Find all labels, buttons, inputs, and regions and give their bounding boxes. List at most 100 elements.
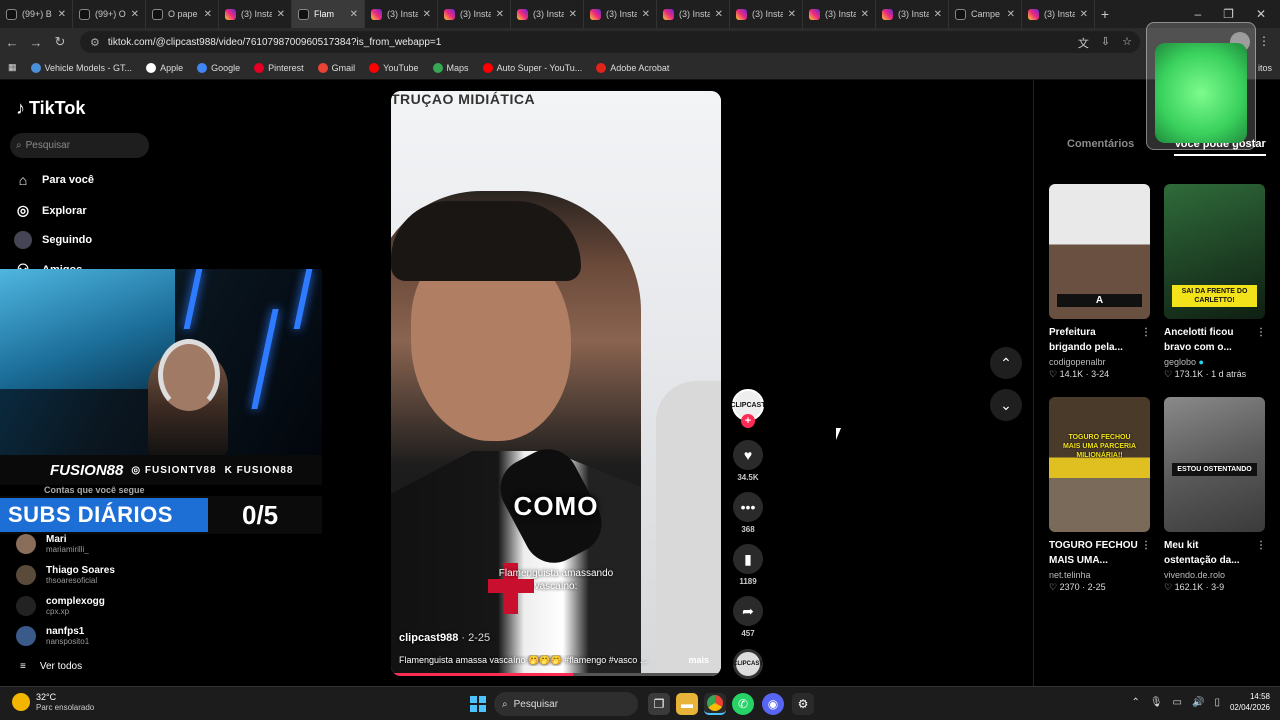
tab-close-icon[interactable]: ✕ — [131, 9, 139, 20]
browser-tab[interactable]: Flam ✕ — [292, 0, 365, 28]
recommended-video-card[interactable]: SAI DA FRENTE DO CARLETTO! Ancelotti fico… — [1164, 184, 1266, 380]
tab-close-icon[interactable]: ✕ — [569, 9, 577, 20]
network-icon[interactable]: ▭ — [1173, 697, 1182, 708]
translate-icon[interactable]: 文 — [1078, 35, 1089, 51]
browser-tab[interactable]: O pape ✕ — [146, 0, 219, 28]
tab-close-icon[interactable]: ✕ — [423, 9, 431, 20]
author-name[interactable]: clipcast988 — [399, 632, 458, 644]
see-all-link[interactable]: ≡ Ver todos — [20, 661, 82, 672]
browser-tab[interactable]: (3) Insta ✕ — [1022, 0, 1095, 28]
browser-tab[interactable]: (99+) B ✕ — [0, 0, 73, 28]
tiktok-logo[interactable]: ♪ TikTok — [16, 98, 85, 119]
card-author[interactable]: vivendo.de.rolo — [1164, 570, 1266, 580]
volume-icon[interactable]: 🔊 — [1192, 697, 1204, 708]
bookmark-item[interactable]: Maps — [432, 62, 469, 73]
nav-for-you[interactable]: ⌂ Para você — [14, 172, 94, 188]
browser-tab[interactable]: (3) Insta ✕ — [657, 0, 730, 28]
browser-tab[interactable]: (3) Insta ✕ — [876, 0, 949, 28]
chevron-up-icon[interactable]: ⌃ — [1131, 697, 1139, 708]
close-window-icon[interactable]: ✕ — [1256, 7, 1266, 21]
bookmark-item[interactable]: Gmail — [317, 62, 355, 73]
browser-tab[interactable]: (3) Insta ✕ — [219, 0, 292, 28]
browser-tab[interactable]: (3) Insta ✕ — [584, 0, 657, 28]
following-item[interactable]: Thiago Soares thsoaresoficial — [16, 565, 115, 585]
browser-tab[interactable]: (3) Insta ✕ — [730, 0, 803, 28]
site-info-icon[interactable]: ⚙ — [90, 36, 100, 49]
browser-tab[interactable]: (3) Insta ✕ — [438, 0, 511, 28]
more-options-icon[interactable]: ⋮ — [1256, 325, 1266, 340]
apps-grid-icon[interactable]: ▦ — [8, 62, 17, 73]
recommended-video-card[interactable]: ESTOU OSTENTANDO Meu kit ostentação da... ⋮… — [1164, 397, 1266, 593]
tab-close-icon[interactable]: ✕ — [1080, 9, 1088, 20]
bookmark-item[interactable]: Google — [197, 62, 240, 73]
url-text[interactable]: tiktok.com/@clipcast988/video/7610798700… — [108, 37, 441, 48]
install-app-icon[interactable]: ⇩ — [1101, 35, 1110, 51]
video-thumbnail[interactable]: ESTOU OSTENTANDO — [1164, 397, 1265, 532]
more-options-icon[interactable]: ⋮ — [1141, 538, 1151, 553]
bookmark-item[interactable]: Pinterest — [254, 62, 304, 73]
task-view-icon[interactable]: ❐ — [648, 693, 670, 715]
video-progress-bar[interactable] — [391, 673, 721, 676]
card-title[interactable]: Prefeitura brigando pela... ⋮ — [1049, 325, 1151, 355]
like-button[interactable]: ♥ 34.5K — [732, 440, 764, 482]
card-title[interactable]: Meu kit ostentação da... ⋮ — [1164, 538, 1266, 568]
browser-tab[interactable]: (99+) O ✕ — [73, 0, 146, 28]
chrome-icon[interactable] — [704, 693, 726, 715]
card-title[interactable]: Ancelotti ficou bravo com o... ⋮ — [1164, 325, 1266, 355]
tab-close-icon[interactable]: ✕ — [715, 9, 723, 20]
bookmark-star-icon[interactable]: ☆ — [1122, 35, 1132, 51]
following-item[interactable]: Mari mariamirilli_ — [16, 534, 89, 554]
chrome-menu-icon[interactable]: ⋮ — [1258, 34, 1270, 48]
minimize-icon[interactable]: – — [1194, 7, 1201, 21]
follow-plus-icon[interactable]: + — [741, 414, 755, 428]
bookmark-item[interactable]: Adobe Acrobat — [596, 62, 669, 73]
tab-close-icon[interactable]: ✕ — [277, 9, 285, 20]
taskbar-search[interactable]: ⌕ Pesquisar — [494, 692, 638, 716]
video-author[interactable]: clipcast988 · 2-25 — [399, 632, 490, 644]
browser-tab[interactable]: Campe ✕ — [949, 0, 1022, 28]
recommended-video-card[interactable]: TOGURO FECHOU MAIS UMA PARCERIA MILIONÁR… — [1049, 397, 1151, 593]
nav-following[interactable]: Seguindo — [14, 231, 92, 249]
tab-close-icon[interactable]: ✕ — [58, 9, 66, 20]
search-input[interactable]: ⌕ Pesquisar — [10, 133, 149, 158]
bookmark-item[interactable]: Auto Super - YouTu... — [482, 62, 582, 73]
browser-tab[interactable]: (3) Insta ✕ — [365, 0, 438, 28]
battery-icon[interactable]: ▯ — [1214, 697, 1220, 708]
settings-icon[interactable]: ⚙ — [792, 693, 814, 715]
next-video-button[interactable]: ⌄ — [990, 389, 1022, 421]
tab-close-icon[interactable]: ✕ — [350, 9, 358, 20]
more-button[interactable]: mais — [688, 655, 709, 665]
address-bar[interactable]: ⚙ tiktok.com/@clipcast988/video/76107987… — [80, 31, 1140, 53]
card-author[interactable]: geglobo ● — [1164, 357, 1266, 367]
forward-icon[interactable]: → — [24, 35, 48, 50]
video-thumbnail[interactable]: SAI DA FRENTE DO CARLETTO! — [1164, 184, 1265, 319]
tab-close-icon[interactable]: ✕ — [861, 9, 869, 20]
nav-explore[interactable]: ◎ Explorar — [14, 202, 87, 219]
music-disc[interactable]: CLIPCAST — [733, 649, 763, 679]
back-icon[interactable]: ← — [0, 35, 24, 50]
windows-start-icon[interactable] — [470, 696, 486, 712]
tab-close-icon[interactable]: ✕ — [934, 9, 942, 20]
browser-tab[interactable]: (3) Insta ✕ — [511, 0, 584, 28]
tab-close-icon[interactable]: ✕ — [1007, 9, 1015, 20]
share-button[interactable]: ➦ 457 — [732, 596, 764, 638]
microphone-icon[interactable]: 🎙 — [1150, 697, 1163, 708]
comment-button[interactable]: ••• 368 — [732, 492, 764, 534]
bookmark-item[interactable]: Vehicle Models - GT... — [30, 62, 132, 73]
reload-icon[interactable]: ↻ — [48, 34, 72, 50]
clock[interactable]: 14:58 02/04/2026 — [1230, 691, 1270, 713]
previous-video-button[interactable]: ⌃ — [990, 347, 1022, 379]
card-author[interactable]: net.telinha — [1049, 570, 1151, 580]
bookmark-item[interactable]: Apple — [146, 62, 183, 73]
discord-icon[interactable]: ◉ — [762, 693, 784, 715]
video-thumbnail[interactable]: TOGURO FECHOU MAIS UMA PARCERIA MILIONÁR… — [1049, 397, 1150, 532]
recommended-video-card[interactable]: A Prefeitura brigando pela... ⋮ codigopenalb… — [1049, 184, 1151, 380]
following-item[interactable]: nanfps1 nansposito1 — [16, 626, 89, 646]
weather-widget[interactable]: 32°C Parc ensolarado — [12, 692, 94, 712]
following-item[interactable]: complexogg cpx.xp — [16, 596, 105, 616]
bookmark-item[interactable]: YouTube — [369, 62, 419, 73]
video-player[interactable]: TRUÇAO MIDIÁTICA COMO Flamenguista amass… — [391, 91, 721, 676]
tab-close-icon[interactable]: ✕ — [496, 9, 504, 20]
card-title[interactable]: TOGURO FECHOU MAIS UMA... ⋮ — [1049, 538, 1151, 568]
save-button[interactable]: ▮ 1189 — [732, 544, 764, 586]
